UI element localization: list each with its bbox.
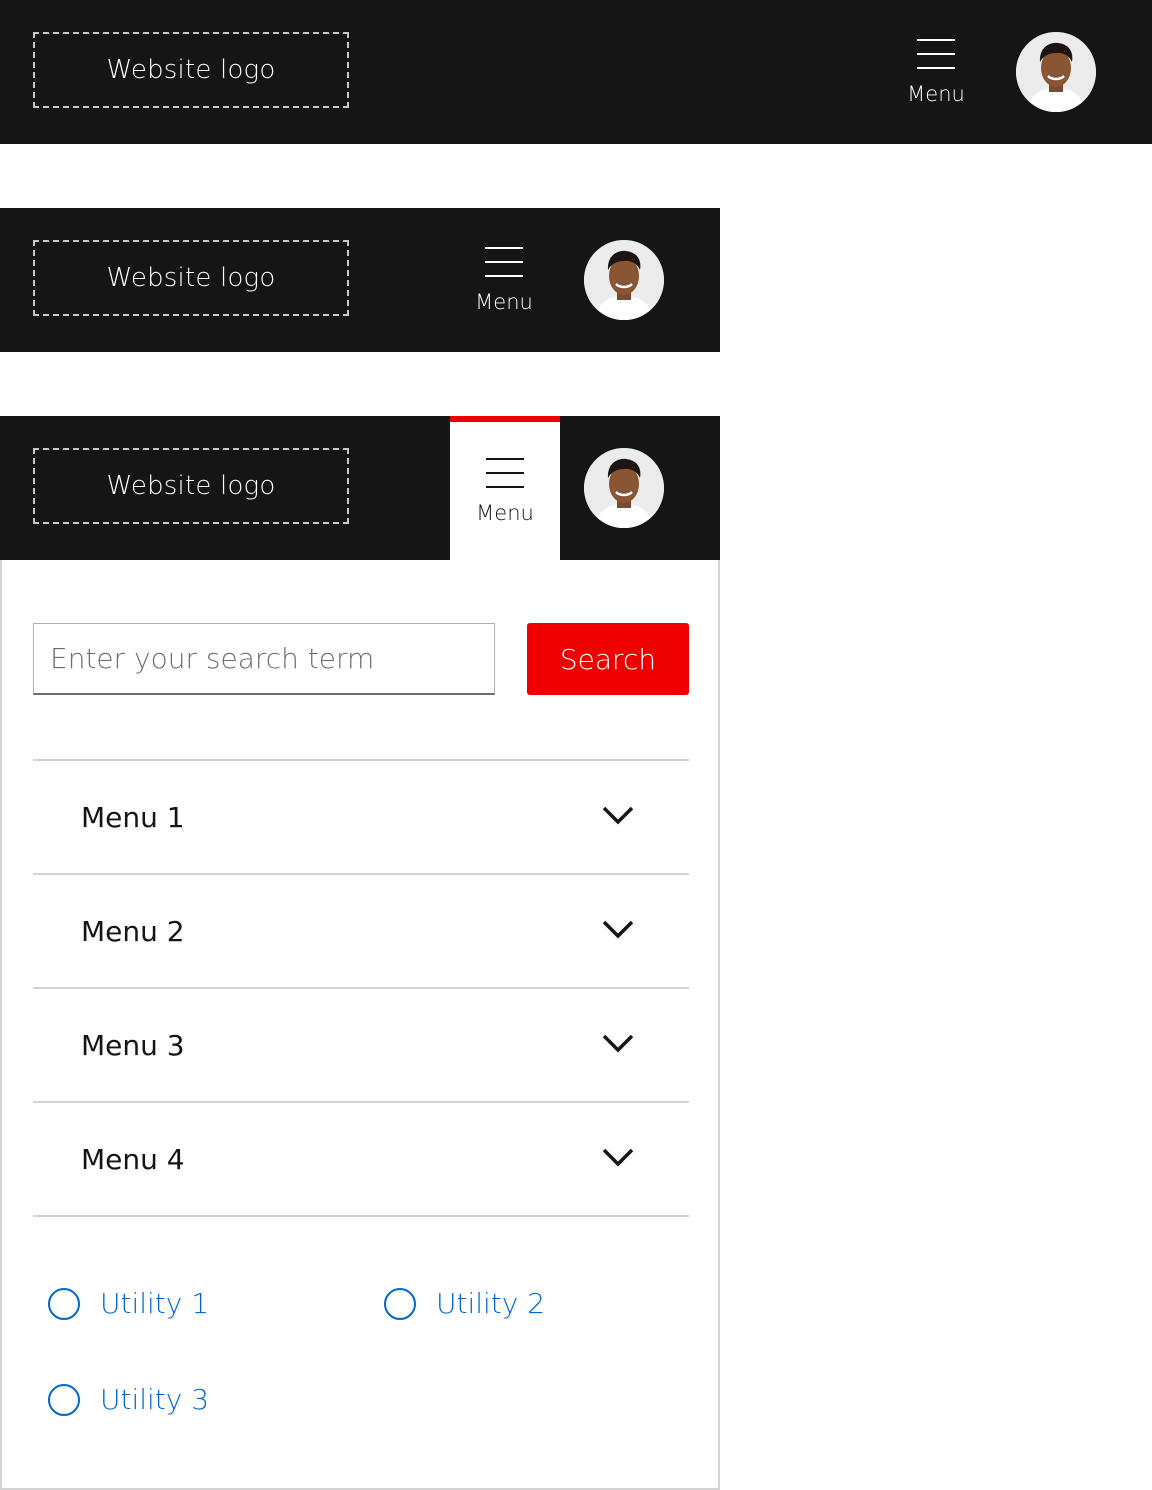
hamburger-icon [485,247,523,277]
menu-item-label: Menu 3 [81,1028,185,1062]
avatar[interactable] [584,240,664,320]
menu-toggle-label: Menu [476,501,534,525]
menu-list: Menu 1 Menu 2 Menu 3 Menu 4 [33,759,689,1217]
chevron-down-icon [602,806,634,825]
circle-icon [384,1287,416,1320]
menu-toggle-button[interactable]: Menu [449,208,559,352]
chevron-down-icon [602,920,634,939]
utility-label: Utility 3 [100,1383,210,1416]
menu-toggle-button[interactable]: Menu [881,0,991,144]
search-input[interactable] [33,623,495,695]
utility-link-1[interactable]: Utility 1 [48,1287,209,1320]
circle-icon [48,1287,80,1320]
hamburger-icon [917,39,955,69]
menu-item-label: Menu 4 [81,1142,185,1176]
menu-toggle-label: Menu [907,82,965,106]
menu-toggle-label: Menu [475,290,533,314]
menu-panel: Search Menu 1 Menu 2 Menu 3 Menu 4 [0,560,720,1490]
chevron-down-icon [602,1034,634,1053]
utility-link-3[interactable]: Utility 3 [48,1383,209,1416]
utility-link-2[interactable]: Utility 2 [384,1287,545,1320]
search-button[interactable]: Search [527,623,689,695]
circle-icon [48,1383,80,1416]
utility-label: Utility 2 [436,1287,546,1320]
menu-item-1[interactable]: Menu 1 [33,761,689,875]
avatar-image [1016,32,1096,112]
utility-label: Utility 1 [100,1287,210,1320]
menu-item-4[interactable]: Menu 4 [33,1103,689,1217]
menu-item-label: Menu 1 [81,800,185,834]
website-logo[interactable]: Website logo [33,448,349,524]
header-desktop: Website logo Menu [0,0,1152,144]
menu-item-2[interactable]: Menu 2 [33,875,689,989]
hamburger-icon [486,458,524,488]
menu-item-3[interactable]: Menu 3 [33,989,689,1103]
website-logo[interactable]: Website logo [33,240,349,316]
chevron-down-icon [602,1148,634,1167]
header-mobile-open: Website logo Menu [0,416,720,560]
website-logo[interactable]: Website logo [33,32,349,108]
header-tablet: Website logo Menu [0,208,720,352]
menu-toggle-button-active[interactable]: Menu [450,416,560,560]
avatar-image [584,448,664,528]
avatar[interactable] [1016,32,1096,112]
menu-item-label: Menu 2 [81,914,185,948]
avatar[interactable] [584,448,664,528]
avatar-image [584,240,664,320]
